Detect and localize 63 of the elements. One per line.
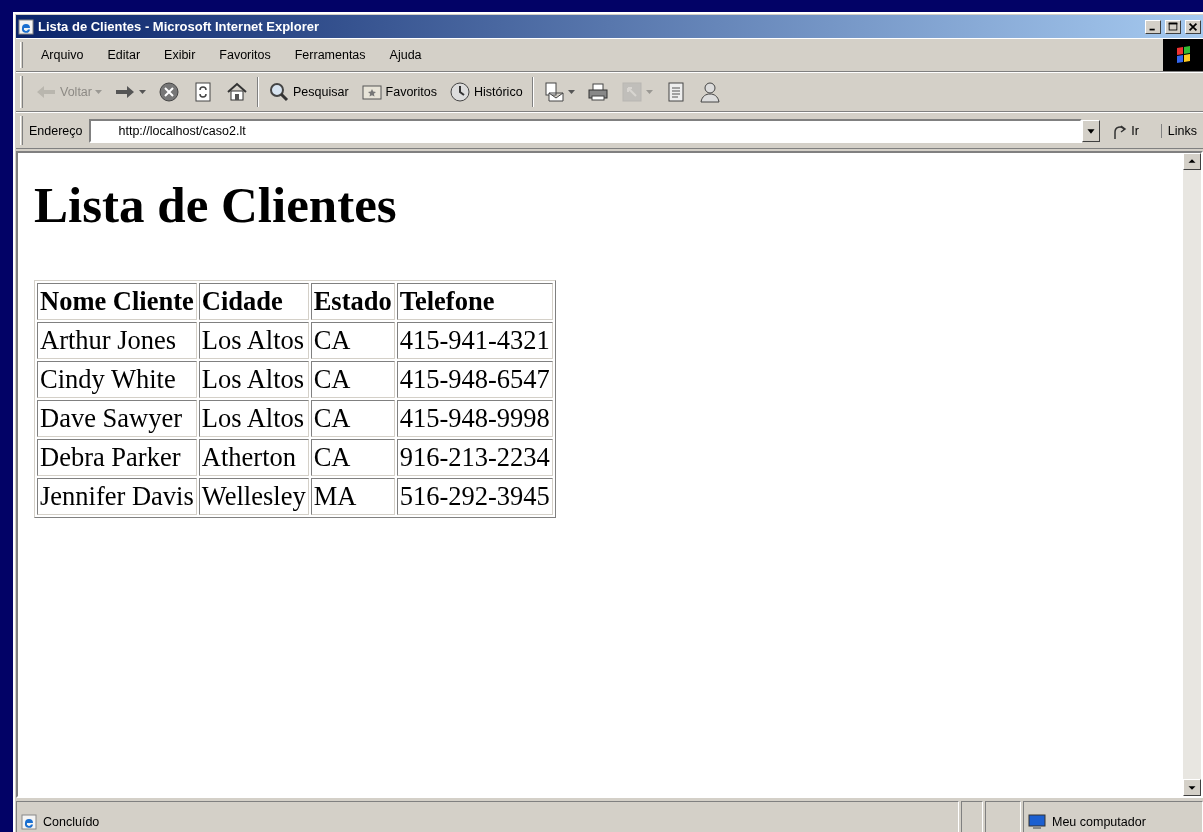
table-cell: Atherton	[198, 439, 309, 477]
close-button[interactable]	[1185, 19, 1201, 34]
menu-item[interactable]: Favoritos	[207, 46, 283, 64]
menu-item[interactable]: Arquivo	[29, 46, 96, 64]
table-cell: 415-948-9998	[396, 400, 553, 438]
maximize-button[interactable]	[1165, 19, 1181, 34]
history-button[interactable]: Histórico	[442, 78, 529, 106]
page-heading: Lista de Clientes	[34, 176, 398, 235]
table-cell: 415-948-6547	[396, 361, 553, 399]
flag-logo-icon	[1163, 39, 1203, 71]
table-cell: Los Altos	[198, 400, 309, 438]
table-cell: MA	[310, 478, 395, 516]
dropdown-caret-icon[interactable]	[138, 90, 146, 94]
clock-icon	[448, 81, 471, 103]
scroll-up-button[interactable]	[1183, 153, 1201, 170]
table-cell: Arthur Jones	[37, 322, 197, 360]
minimize-button[interactable]	[1145, 19, 1161, 34]
table-cell: Jennifer Davis	[37, 478, 197, 516]
scrollbar[interactable]	[1183, 153, 1201, 796]
home-icon	[225, 81, 248, 103]
browser-icon	[18, 18, 34, 35]
search-button[interactable]: Pesquisar	[261, 78, 355, 106]
menu-item[interactable]: Ajuda	[377, 46, 434, 64]
scroll-down-button[interactable]	[1183, 779, 1201, 796]
table-cell: 415-941-4321	[396, 322, 553, 360]
status-pane	[985, 801, 1021, 832]
table-cell: Los Altos	[198, 322, 309, 360]
favorites-button[interactable]: Favoritos	[354, 78, 443, 106]
table-cell: 516-292-3945	[396, 478, 553, 516]
column-header: Nome Cliente	[37, 283, 197, 321]
table-cell: CA	[310, 439, 395, 477]
address-label: Endereço	[29, 123, 84, 138]
table-cell: Los Altos	[198, 361, 309, 399]
status-pane	[961, 801, 983, 832]
menu-item[interactable]: Editar	[95, 46, 153, 64]
window-title: Lista de Clientes - Microsoft Internet Explorer	[38, 19, 320, 34]
edit-icon	[620, 81, 643, 103]
column-header: Estado	[310, 283, 395, 321]
table-cell: 916-213-2234	[396, 439, 553, 477]
zone-indicator: Meu computador	[1023, 801, 1203, 832]
column-header: Telefone	[396, 283, 553, 321]
table-cell: CA	[310, 400, 395, 438]
links-button[interactable]: Links	[1160, 123, 1203, 138]
table-cell: CA	[310, 361, 395, 399]
stop-icon	[157, 81, 180, 103]
menu-item[interactable]: Ferramentas	[282, 46, 378, 64]
table-cell: Debra Parker	[37, 439, 197, 477]
search-icon	[267, 81, 290, 103]
go-button[interactable]: Ir	[1100, 121, 1161, 140]
table-cell: Dave Sawyer	[37, 400, 197, 438]
dropdown-caret-icon[interactable]	[567, 90, 575, 94]
person-icon	[698, 81, 721, 103]
table-cell: Wellesley	[198, 478, 309, 516]
column-header: Cidade	[198, 283, 309, 321]
computer-icon	[1028, 813, 1046, 830]
status-text: Concluído	[16, 801, 959, 832]
menu-item[interactable]: Exibir	[152, 46, 208, 64]
address-field[interactable]: http://localhost/caso2.lt	[88, 118, 1083, 143]
printer-icon	[586, 81, 609, 103]
table-cell: CA	[310, 322, 395, 360]
mail-icon	[542, 81, 565, 103]
dropdown-button[interactable]	[1082, 119, 1101, 142]
table-cell: Cindy White	[37, 361, 197, 399]
